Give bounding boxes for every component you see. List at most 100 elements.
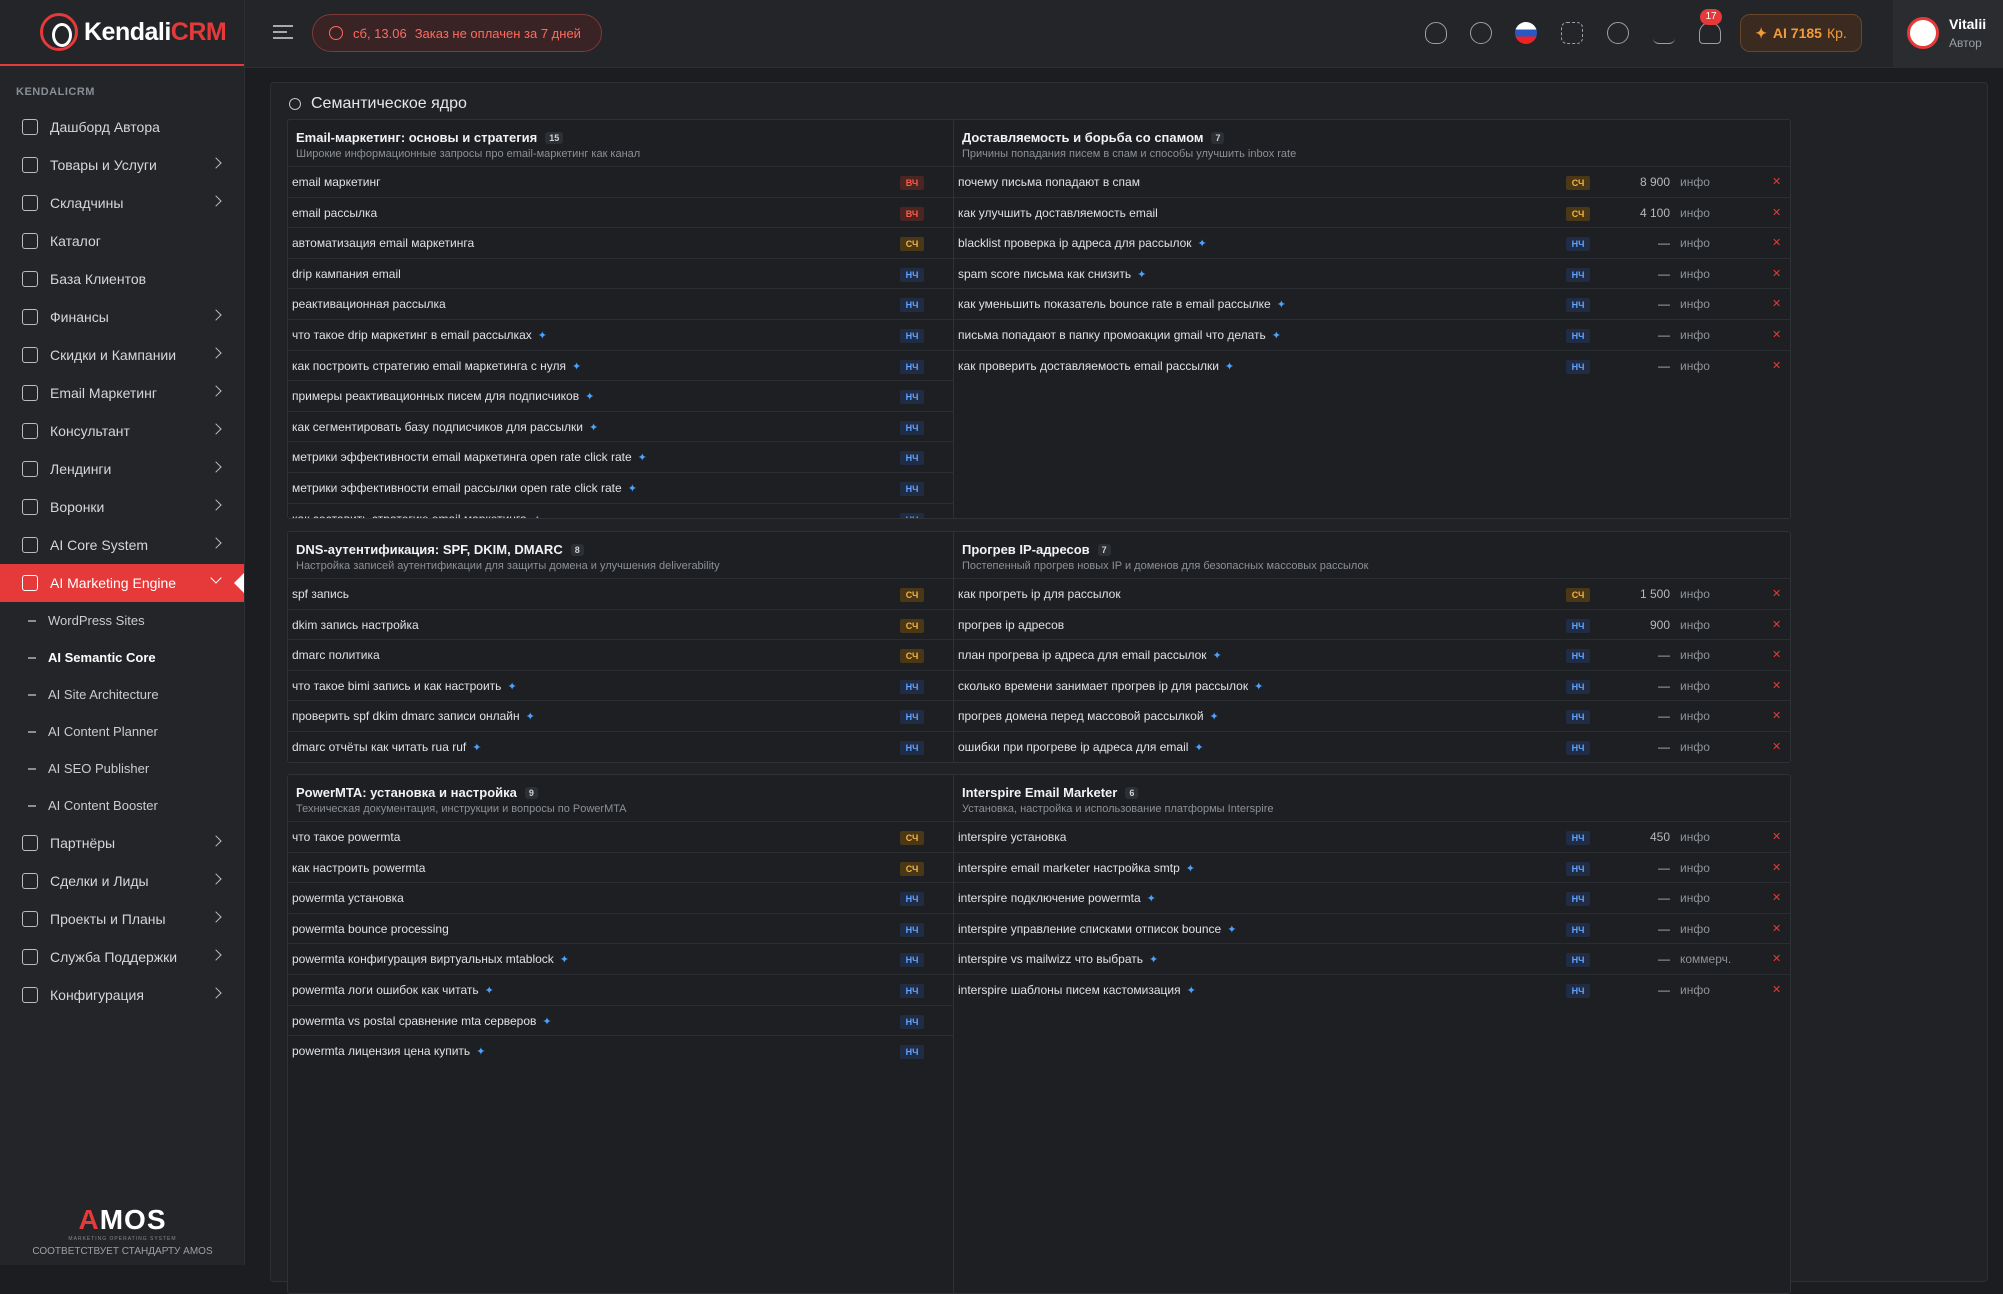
delete-icon[interactable]: ✕ [1772,883,1781,913]
delete-icon[interactable]: ✕ [1772,822,1781,852]
bell-icon[interactable] [1699,22,1721,44]
sidebar-item-0[interactable]: Дашборд Автора [0,108,244,146]
keyword-text: как сегментировать базу подписчиков для … [292,412,598,443]
sidebar-item-7[interactable]: Email Маркетинг [0,374,244,412]
delete-icon[interactable]: ✕ [1772,732,1781,762]
keyword-row[interactable]: как улучшить доставляемость emailСЧ4 100… [954,197,1790,228]
sidebar-item-3[interactable]: Каталог [0,222,244,260]
delete-icon[interactable]: ✕ [1772,167,1781,197]
russian-flag-icon[interactable] [1515,22,1537,44]
sidebar-subitem-2[interactable]: AI Site Architecture [0,676,244,713]
keyword-row[interactable]: interspire email marketer настройка smtp… [954,852,1790,883]
keyword-row[interactable]: ошибки при прогреве ip адреса для email✦… [954,731,1790,762]
sidebar-item-b3[interactable]: Служба Поддержки [0,938,244,976]
headset-icon[interactable] [1470,22,1492,44]
topbar: сб, 13.06 Заказ не оплачен за 7 дней 17 … [245,0,2003,68]
delete-icon[interactable]: ✕ [1772,975,1781,1005]
frequency-badge: НЧ [1566,862,1590,876]
keyword-row[interactable]: план прогрева ip адреса для email рассыл… [954,639,1790,670]
keyword-row[interactable]: interspire vs mailwizz что выбрать✦НЧ—ко… [954,943,1790,974]
sidebar-item-9[interactable]: Лендинги [0,450,244,488]
keyword-row[interactable]: spam score письма как снизить✦НЧ—инфо✕ [954,258,1790,289]
sidebar-item-4[interactable]: База Клиентов [0,260,244,298]
keyword-row[interactable]: как прогреть ip для рассылокСЧ1 500инфо✕ [954,578,1790,609]
ai-sparkle-icon: ✦ [533,514,542,519]
delete-icon[interactable]: ✕ [1772,914,1781,944]
keyword-text: powermta bounce processing [292,914,449,944]
keyword-text: interspire vs mailwizz что выбрать✦ [958,944,1158,975]
theme-sun-icon[interactable] [1607,22,1629,44]
ai-sparkle-icon: ✦ [507,681,516,693]
brand-logo[interactable]: KendaliCRM [0,0,244,66]
sidebar-subitem-1[interactable]: AI Semantic Core [0,639,244,676]
chevron-icon [210,499,221,510]
activity-icon[interactable] [1653,22,1675,44]
sidebar-item-10[interactable]: Воронки [0,488,244,526]
search-volume: — [1614,259,1670,289]
delete-icon[interactable]: ✕ [1772,701,1781,731]
keyword-row[interactable]: прогрев ip адресовНЧ900инфо✕ [954,609,1790,640]
keyword-row[interactable]: сколько времени занимает прогрев ip для … [954,670,1790,701]
unpaid-order-alert[interactable]: сб, 13.06 Заказ не оплачен за 7 дней [312,14,602,52]
keyword-row[interactable]: прогрев домена перед массовой рассылкой✦… [954,700,1790,731]
sidebar-item-b4[interactable]: Конфигурация [0,976,244,1014]
cluster-title: PowerMTA: установка и настройка [296,785,517,800]
fullscreen-icon[interactable] [1561,22,1583,44]
delete-icon[interactable]: ✕ [1772,853,1781,883]
chevron-icon [210,423,221,434]
keyword-row[interactable]: письма попадают в папку промоакции gmail… [954,319,1790,350]
keyword-text: interspire шаблоны писем кастомизация✦ [958,975,1196,1006]
chevron-icon [210,157,221,168]
lightbulb-icon[interactable] [1425,22,1447,44]
keyword-row[interactable]: interspire установкаНЧ450инфо✕ [954,821,1790,852]
sidebar-item-label: AI Core System [50,537,148,553]
keyword-row[interactable]: как уменьшить показатель bounce rate в e… [954,288,1790,319]
keyword-text: метрики эффективности email рассылки ope… [292,473,637,504]
keyword-row[interactable]: автоматический прогрев ip в powermta нас… [954,762,1790,763]
search-intent: инфо [1680,228,1710,258]
keyword-row[interactable]: interspire управление списками отписок b… [954,913,1790,944]
keyword-row[interactable]: почему письма попадают в спамСЧ8 900инфо… [954,166,1790,197]
delete-icon[interactable]: ✕ [1772,351,1781,381]
delete-icon[interactable]: ✕ [1772,640,1781,670]
sidebar-subitem-4[interactable]: AI SEO Publisher [0,750,244,787]
sidebar-subitem-3[interactable]: AI Content Planner [0,713,244,750]
menu-toggle-icon[interactable] [273,25,293,39]
delete-icon[interactable]: ✕ [1772,944,1781,974]
keyword-text: spf запись [292,579,349,609]
sidebar-item-b0[interactable]: Партнёры [0,824,244,862]
sidebar-item-8[interactable]: Консультант [0,412,244,450]
keyword-row[interactable]: blacklist проверка ip адреса для рассыло… [954,227,1790,258]
search-volume: 450 [1614,822,1670,852]
delete-icon[interactable]: ✕ [1772,289,1781,319]
sidebar-item-11[interactable]: AI Core System [0,526,244,564]
keyword-row[interactable]: interspire шаблоны писем кастомизация✦НЧ… [954,974,1790,1005]
delete-icon[interactable]: ✕ [1772,259,1781,289]
sidebar-item-6[interactable]: Скидки и Кампании [0,336,244,374]
delete-icon[interactable]: ✕ [1772,228,1781,258]
delete-icon[interactable]: ✕ [1772,579,1781,609]
keyword-row[interactable]: как проверить доставляемость email рассы… [954,350,1790,381]
sidebar-item-12[interactable]: AI Marketing Engine [0,564,244,602]
sidebar-subitem-0[interactable]: WordPress Sites [0,602,244,639]
brand-mark-icon [40,13,78,51]
frequency-badge: СЧ [900,619,924,633]
sidebar-item-b2[interactable]: Проекты и Планы [0,900,244,938]
keyword-row[interactable]: interspire подключение powermta✦НЧ—инфо✕ [954,882,1790,913]
cluster-count: 8 [571,544,584,556]
cluster-count: 9 [525,787,538,799]
ai-credits-button[interactable]: ✦ AI 7185 Кр. [1740,14,1862,52]
sidebar-subitem-5[interactable]: AI Content Booster [0,787,244,824]
sidebar-item-b1[interactable]: Сделки и Лиды [0,862,244,900]
delete-icon[interactable]: ✕ [1772,610,1781,640]
frequency-badge: НЧ [1566,619,1590,633]
delete-icon[interactable]: ✕ [1772,671,1781,701]
delete-icon[interactable]: ✕ [1772,320,1781,350]
user-menu[interactable]: Vitalii Автор [1893,0,2003,68]
sidebar-item-1[interactable]: Товары и Услуги [0,146,244,184]
search-volume: 4 100 [1614,198,1670,228]
sidebar-item-2[interactable]: Складчины [0,184,244,222]
sidebar-item-5[interactable]: Финансы [0,298,244,336]
delete-icon[interactable]: ✕ [1772,198,1781,228]
frequency-badge: СЧ [900,237,924,251]
